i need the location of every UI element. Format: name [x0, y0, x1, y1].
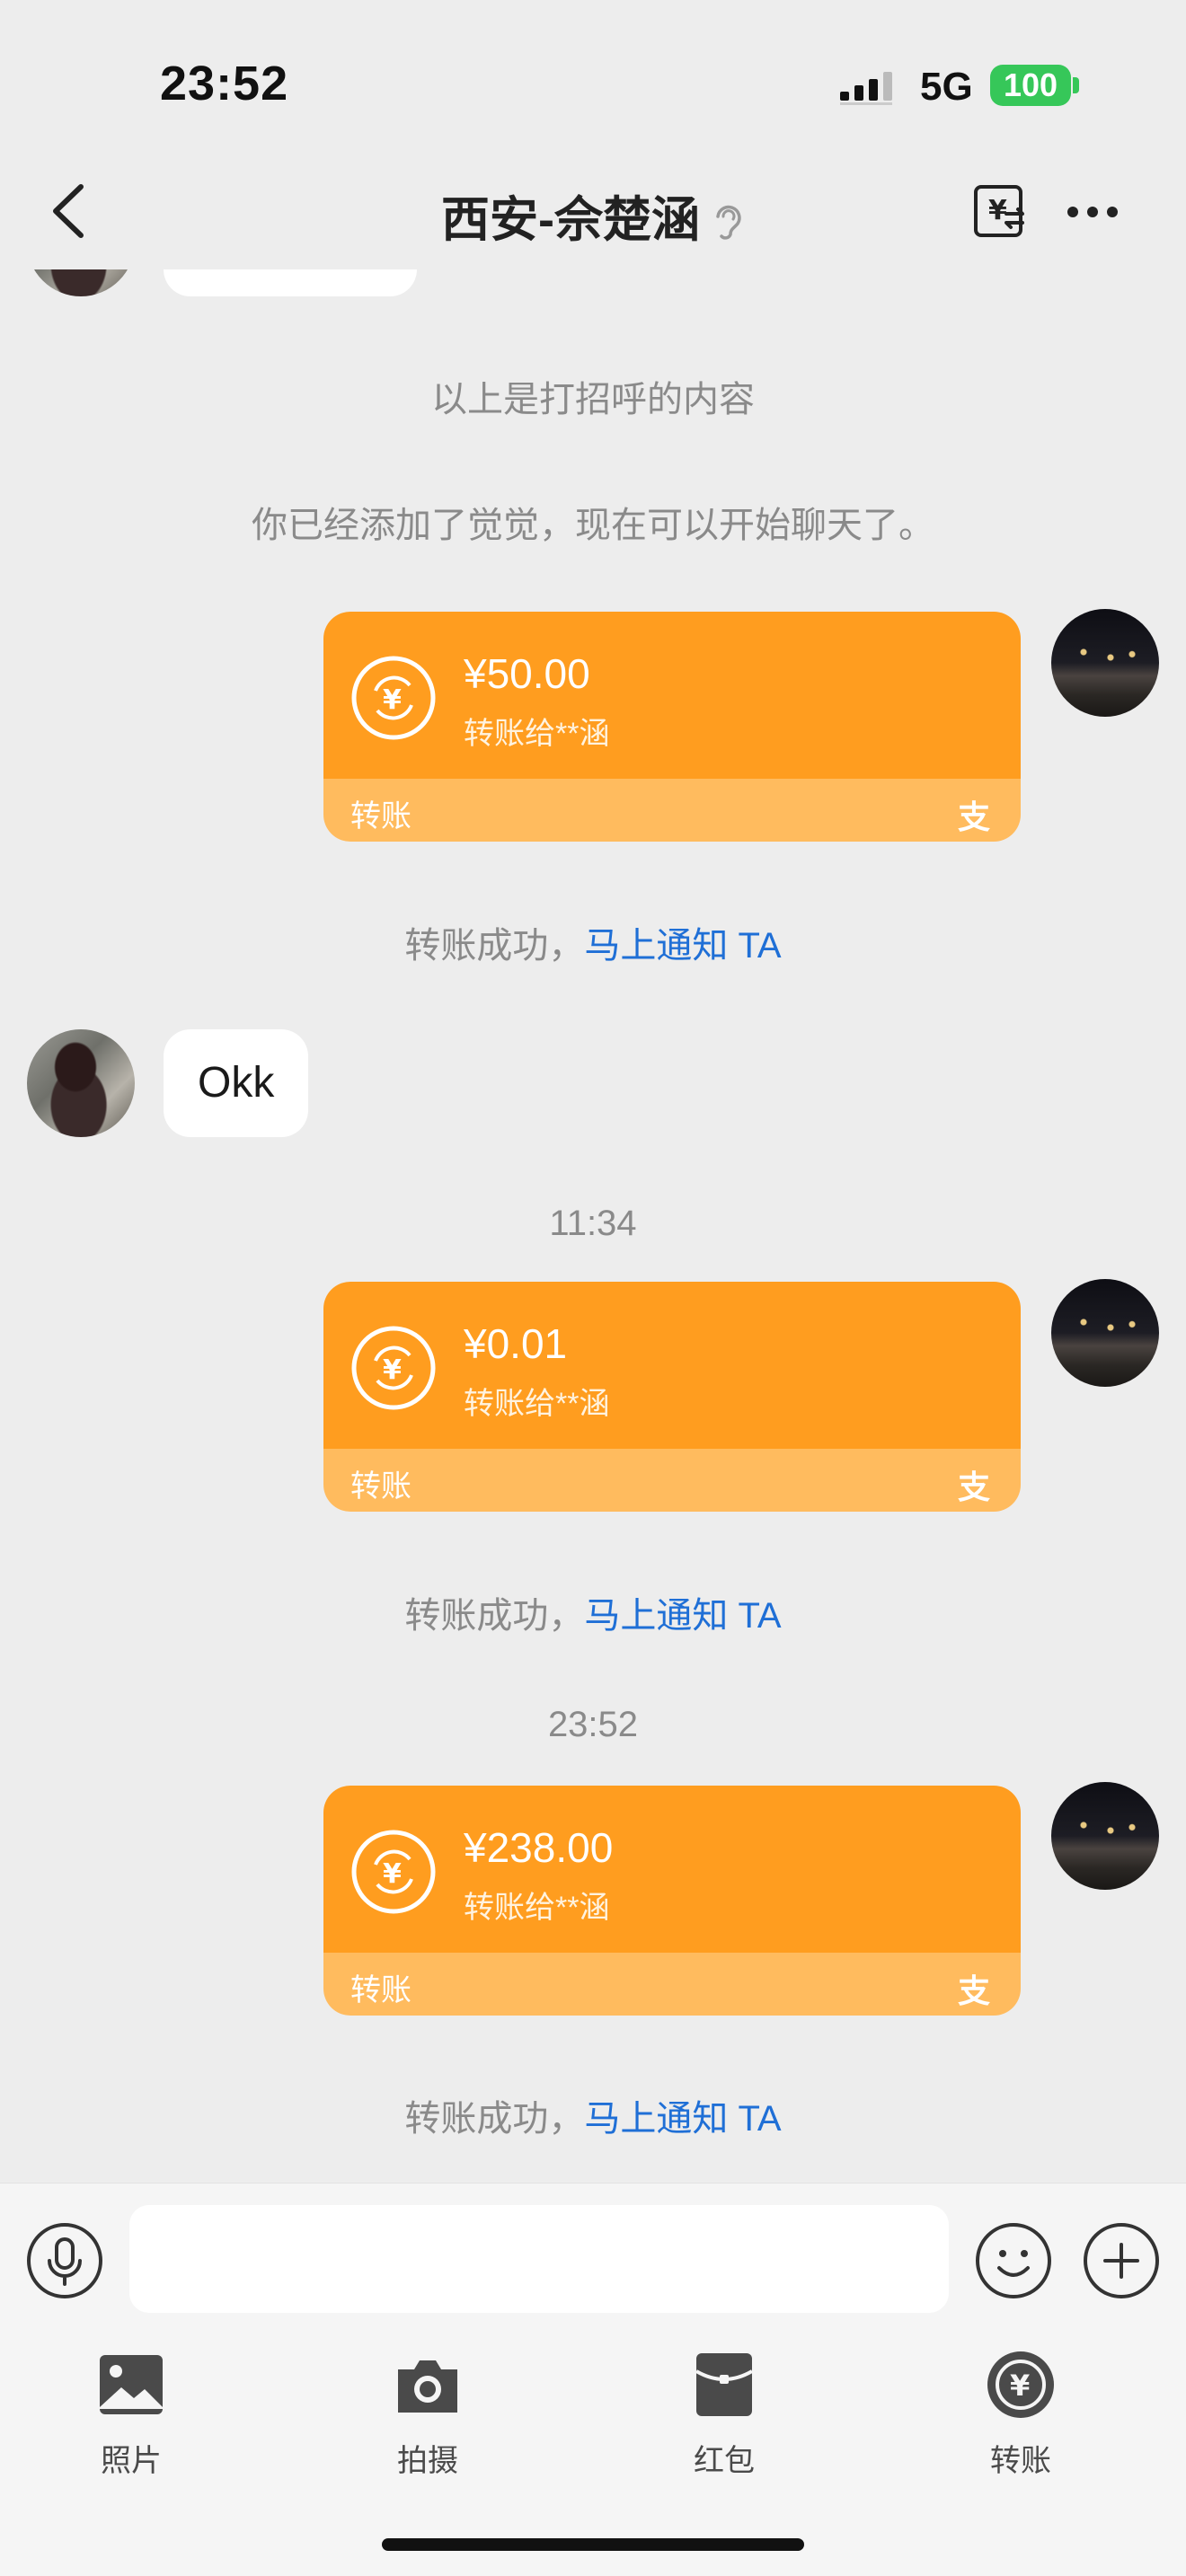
chat-area[interactable]: 以上是打招呼的内容 你已经添加了觉觉，现在可以开始聊天了。 ¥ ¥50.00 转…	[0, 269, 1186, 2183]
transfer-card[interactable]: ¥ ¥50.00 转账给**涵 转账 支	[323, 612, 1021, 842]
notice-text: 转账成功，	[404, 2099, 585, 2139]
yuan-transfer-icon[interactable]: ¥	[972, 183, 1028, 239]
transfer-card-footer: 转账 支	[323, 1449, 1021, 1512]
transfer-card-body: ¥ ¥50.00 转账给**涵	[323, 612, 1021, 779]
red-packet-button[interactable]: 红包	[643, 2348, 805, 2492]
alipay-logo-icon: 支	[957, 1469, 990, 1506]
transfer-label: 转账	[350, 1973, 412, 2007]
transfer-success-notice: 转账成功，马上通知 TA	[0, 2089, 1186, 2141]
battery-tip	[1073, 77, 1079, 93]
message-bubble[interactable]: Okk	[164, 1029, 309, 1137]
yuan-exchange-icon: ¥	[351, 656, 436, 740]
contact-avatar[interactable]	[27, 269, 135, 296]
camera-button[interactable]: 拍摄	[347, 2348, 509, 2492]
alipay-logo-icon: 支	[957, 1973, 990, 2010]
plus-circle-icon[interactable]	[1082, 2221, 1161, 2300]
red-packet-icon	[695, 2353, 754, 2416]
signal-icon	[840, 72, 892, 105]
page-title: 西安-佘楚涵	[441, 193, 700, 247]
my-avatar[interactable]	[1051, 609, 1159, 717]
transfer-amount: ¥0.01	[464, 1320, 568, 1367]
transfer-card-body: ¥ ¥0.01 转账给**涵	[323, 1282, 1021, 1449]
svg-text:¥: ¥	[383, 1354, 402, 1386]
transfer-label: 转账	[990, 2444, 1051, 2478]
more-horizontal-icon[interactable]	[1066, 196, 1120, 228]
transfer-label: 转账	[350, 799, 412, 834]
camera-icon	[398, 2360, 457, 2413]
transfer-card-body: ¥ ¥238.00 转账给**涵	[323, 1786, 1021, 1953]
my-avatar[interactable]	[1051, 1782, 1159, 1890]
photos-label: 照片	[101, 2444, 162, 2478]
image-icon	[100, 2355, 163, 2414]
transfer-card[interactable]: ¥ ¥0.01 转账给**涵 转账 支	[323, 1282, 1021, 1512]
transfer-amount: ¥50.00	[464, 650, 590, 697]
contact-avatar[interactable]	[27, 1029, 135, 1137]
yuan-transfer-circle-icon: ¥	[987, 2351, 1054, 2418]
my-avatar[interactable]	[1051, 1279, 1159, 1387]
notify-ta-link[interactable]: 马上通知 TA	[584, 926, 781, 966]
svg-text:¥: ¥	[383, 1858, 402, 1890]
transfer-success-notice: 转账成功，马上通知 TA	[0, 916, 1186, 968]
message-input[interactable]	[129, 2205, 949, 2313]
timestamp: 11:34	[549, 1204, 637, 1243]
added-friend-note: 你已经添加了觉觉，现在可以开始聊天了。	[252, 506, 934, 545]
input-bar	[0, 2183, 1186, 2335]
chat-toolbar: 照片 拍摄 红包 ¥ 转账	[0, 2335, 1186, 2576]
red-packet-label: 红包	[694, 2444, 755, 2478]
yuan-exchange-icon: ¥	[351, 1326, 436, 1410]
alipay-logo-icon: 支	[957, 799, 990, 836]
transfer-button[interactable]: ¥ 转账	[940, 2348, 1102, 2492]
chat-header: 西安-佘楚涵 ¥	[0, 153, 1186, 269]
svg-text:¥: ¥	[988, 195, 1007, 226]
timestamp: 23:52	[547, 1705, 639, 1744]
transfer-recipient: 转账给**涵	[464, 717, 610, 751]
transfer-label: 转账	[350, 1469, 412, 1504]
transfer-amount: ¥238.00	[464, 1824, 614, 1871]
transfer-card-footer: 转账 支	[323, 1953, 1021, 2016]
greeting-note: 以上是打招呼的内容	[431, 380, 755, 419]
photos-button[interactable]: 照片	[50, 2348, 212, 2492]
network-type: 5G	[920, 65, 973, 109]
transfer-card-footer: 转账 支	[323, 779, 1021, 842]
status-bar: 23:52 5G 100	[0, 0, 1186, 153]
transfer-recipient: 转账给**涵	[464, 1891, 610, 1925]
notice-text: 转账成功，	[404, 926, 585, 966]
microphone-icon[interactable]	[25, 2221, 104, 2300]
svg-text:¥: ¥	[383, 684, 402, 716]
ear-icon	[716, 205, 741, 240]
transfer-success-notice: 转账成功，马上通知 TA	[0, 1586, 1186, 1638]
notify-ta-link[interactable]: 马上通知 TA	[584, 1596, 781, 1636]
home-indicator	[382, 2538, 804, 2551]
yuan-exchange-icon: ¥	[351, 1830, 436, 1914]
status-time: 23:52	[160, 57, 289, 110]
svg-text:¥: ¥	[1010, 2369, 1030, 2403]
battery-indicator: 100	[990, 65, 1071, 106]
transfer-card[interactable]: ¥ ¥238.00 转账给**涵 转账 支	[323, 1786, 1021, 2016]
notify-ta-link[interactable]: 马上通知 TA	[584, 2099, 781, 2139]
notice-text: 转账成功，	[404, 1596, 585, 1636]
transfer-recipient: 转账给**涵	[464, 1387, 610, 1421]
camera-label: 拍摄	[397, 2444, 458, 2478]
message-bubble-partial	[164, 269, 417, 296]
smiley-icon[interactable]	[974, 2221, 1053, 2300]
